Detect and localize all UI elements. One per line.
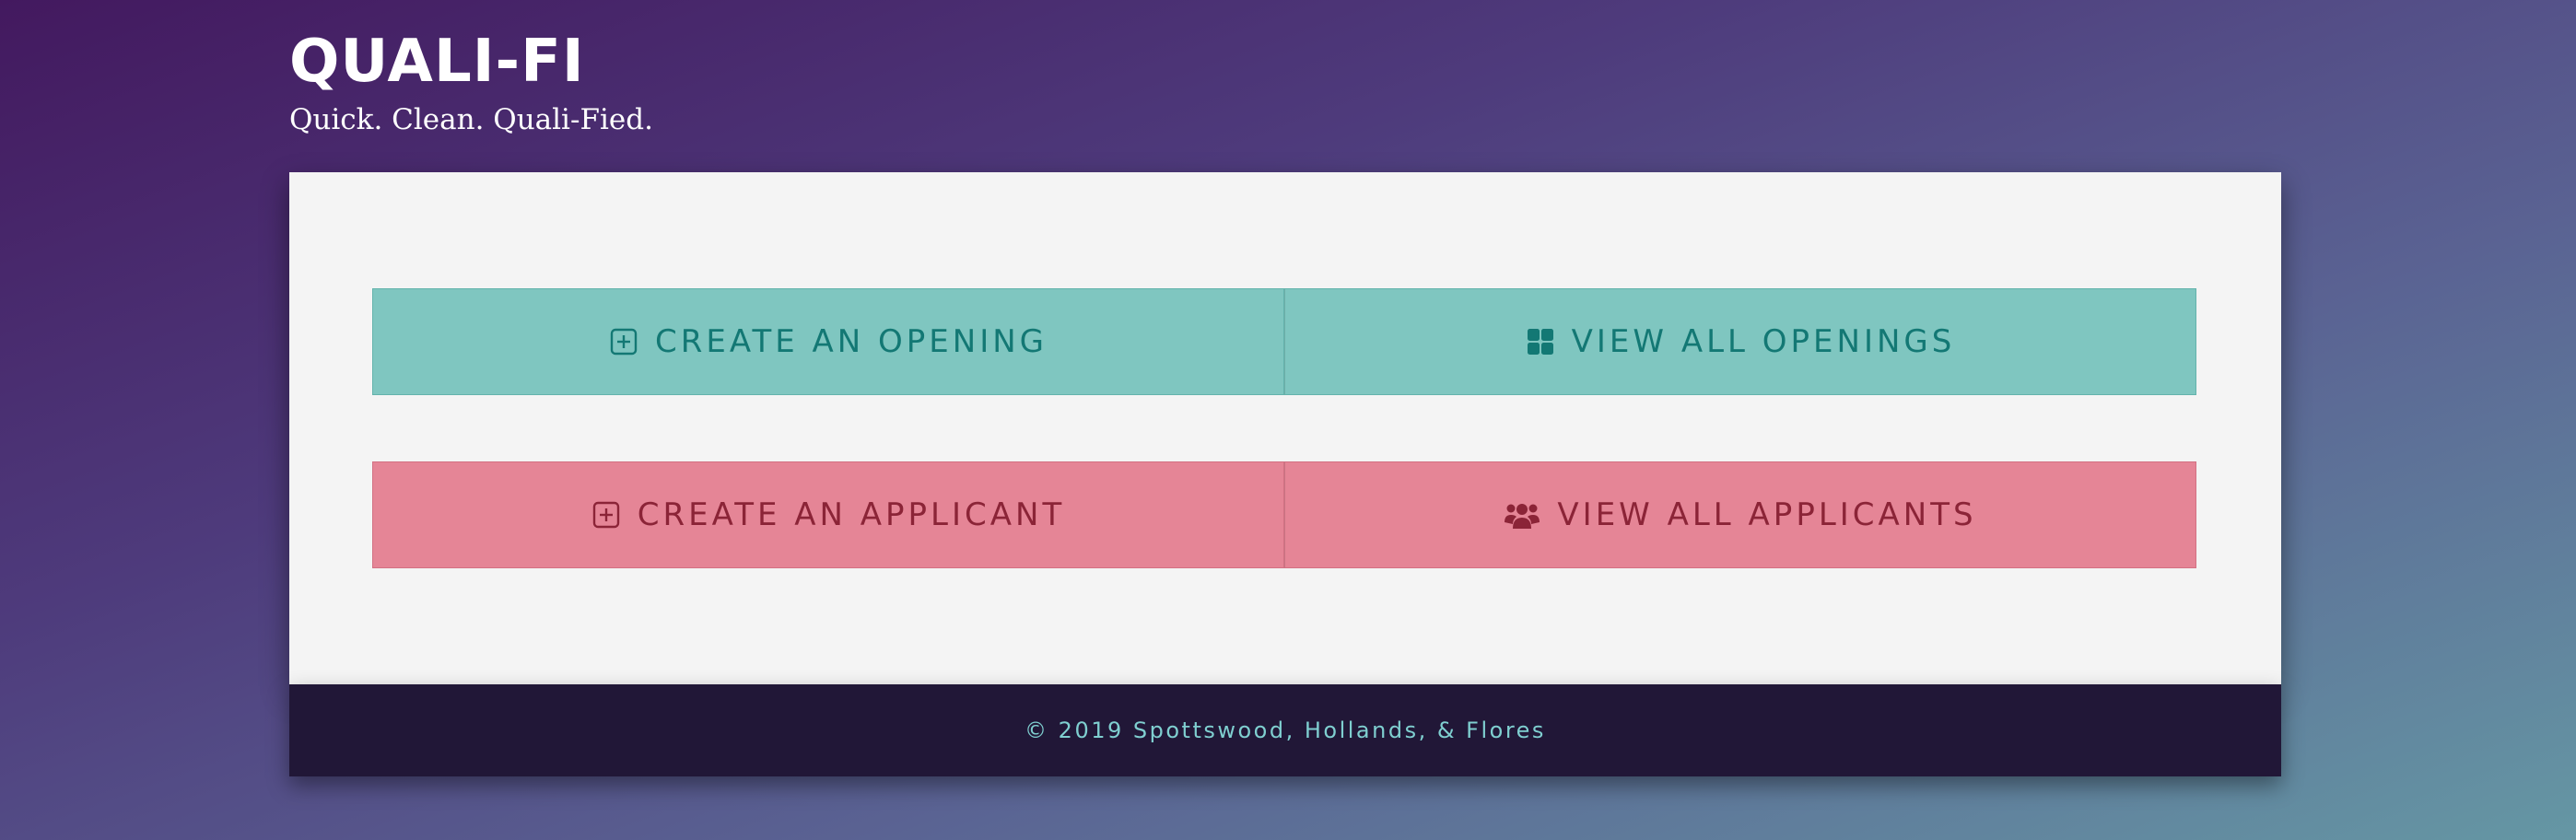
openings-button-row: CREATE AN OPENING VIEW ALL OPENINGS	[372, 288, 2196, 395]
view-applicants-button[interactable]: VIEW ALL APPLICANTS	[1284, 461, 2196, 568]
plus-square-icon	[591, 500, 621, 530]
view-applicants-label: VIEW ALL APPLICANTS	[1557, 496, 1977, 533]
view-openings-label: VIEW ALL OPENINGS	[1571, 323, 1956, 360]
create-opening-label: CREATE AN OPENING	[654, 323, 1048, 360]
site-title: QUALI-FI	[289, 28, 585, 96]
plus-square-icon	[609, 327, 638, 356]
grid-icon	[1526, 327, 1555, 356]
site-footer: © 2019 Spottswood, Hollands, & Flores	[289, 684, 2281, 776]
site-tagline: Quick. Clean. Quali-Fied.	[289, 103, 653, 136]
users-icon	[1504, 500, 1540, 530]
site-header: QUALI-FI Quick. Clean. Quali-Fied.	[289, 26, 653, 138]
create-applicant-label: CREATE AN APPLICANT	[637, 496, 1066, 533]
create-opening-button[interactable]: CREATE AN OPENING	[372, 288, 1284, 395]
copyright-text: © 2019 Spottswood, Hollands, & Flores	[1025, 718, 1546, 743]
create-applicant-button[interactable]: CREATE AN APPLICANT	[372, 461, 1284, 568]
view-openings-button[interactable]: VIEW ALL OPENINGS	[1284, 288, 2196, 395]
main-card: CREATE AN OPENING VIEW ALL OPENINGS CREA…	[289, 172, 2281, 684]
applicants-button-row: CREATE AN APPLICANT VIEW ALL APPLICANTS	[372, 461, 2196, 568]
